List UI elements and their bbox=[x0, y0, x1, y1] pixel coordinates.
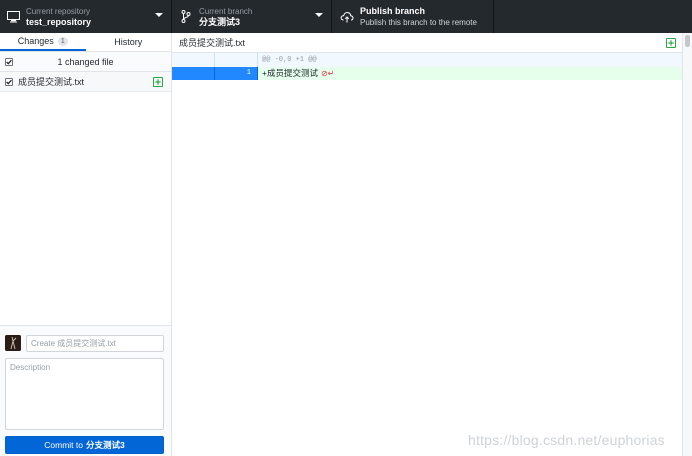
publish-branch-button[interactable]: Publish branch Publish this branch to th… bbox=[332, 0, 494, 33]
new-line-number[interactable]: 1 bbox=[215, 67, 258, 80]
chevron-down-icon bbox=[315, 13, 323, 17]
tab-history[interactable]: History bbox=[86, 33, 172, 51]
current-branch-label: Current branch bbox=[199, 6, 253, 16]
diff-added-line[interactable]: 1 +成员提交测试 ⊘↵ bbox=[172, 67, 682, 80]
commit-button[interactable]: Commit to 分支测试3 bbox=[5, 436, 164, 454]
tab-changes[interactable]: Changes 1 bbox=[0, 33, 86, 51]
sidebar-tabs: Changes 1 History bbox=[0, 33, 171, 52]
vertical-scrollbar[interactable] bbox=[682, 33, 692, 456]
commit-message-form: Commit to 分支测试3 bbox=[0, 325, 171, 456]
tab-changes-label: Changes bbox=[17, 36, 54, 46]
current-branch-value: 分支测试3 bbox=[199, 16, 241, 27]
diff-file-header: 成员提交测试.txt bbox=[172, 33, 682, 53]
git-branch-icon bbox=[179, 10, 193, 24]
commit-button-branch: 分支测试3 bbox=[86, 440, 125, 450]
diff-view: 成员提交测试.txt @@ -0,0 +1 @@ 1 +成员提交测试 ⊘↵ bbox=[172, 33, 682, 456]
app-toolbar: Current repository test_repository Curre… bbox=[0, 0, 692, 33]
watermark: https://blog.csdn.net/euphorias bbox=[468, 432, 665, 448]
changed-files-header: 1 changed file bbox=[0, 52, 171, 72]
monitor-icon bbox=[6, 10, 20, 24]
select-all-checkbox[interactable] bbox=[5, 58, 13, 66]
diff-line-content: +成员提交测试 ⊘↵ bbox=[258, 67, 682, 80]
cloud-upload-icon bbox=[340, 10, 354, 24]
changed-file-name: 成员提交测试.txt bbox=[18, 77, 85, 87]
file-added-icon bbox=[666, 38, 676, 48]
changes-count-badge: 1 bbox=[57, 36, 68, 46]
list-item[interactable]: 成员提交测试.txt bbox=[0, 72, 171, 92]
commit-summary-input[interactable] bbox=[26, 335, 164, 352]
diff-line-text: +成员提交测试 bbox=[262, 68, 318, 78]
no-newline-icon: ⊘↵ bbox=[320, 69, 335, 78]
changes-sidebar: Changes 1 History 1 changed file 成员提交测试.… bbox=[0, 33, 172, 456]
new-line-gutter bbox=[215, 53, 258, 67]
commit-description-input[interactable] bbox=[5, 358, 164, 430]
current-repository-label: Current repository bbox=[26, 6, 91, 16]
diff-file-name: 成员提交测试.txt bbox=[179, 38, 246, 48]
file-include-checkbox[interactable] bbox=[5, 77, 13, 86]
tab-history-label: History bbox=[114, 37, 143, 47]
avatar bbox=[5, 335, 21, 351]
current-branch-button[interactable]: Current branch 分支测试3 bbox=[172, 0, 332, 33]
old-line-gutter bbox=[172, 53, 215, 67]
chevron-down-icon bbox=[155, 13, 163, 17]
file-added-icon bbox=[153, 76, 163, 87]
publish-branch-description: Publish this branch to the remote bbox=[360, 17, 477, 27]
old-line-number[interactable] bbox=[172, 67, 215, 80]
publish-branch-title: Publish branch bbox=[360, 5, 426, 16]
scrollbar-thumb[interactable] bbox=[685, 35, 690, 47]
commit-button-prefix: Commit to bbox=[44, 440, 83, 450]
current-repository-value: test_repository bbox=[26, 16, 92, 27]
diff-hunk-header[interactable]: @@ -0,0 +1 @@ bbox=[172, 53, 682, 67]
hunk-header-text: @@ -0,0 +1 @@ bbox=[258, 53, 682, 67]
changed-files-count: 1 changed file bbox=[57, 56, 114, 67]
current-repository-button[interactable]: Current repository test_repository bbox=[0, 0, 172, 33]
